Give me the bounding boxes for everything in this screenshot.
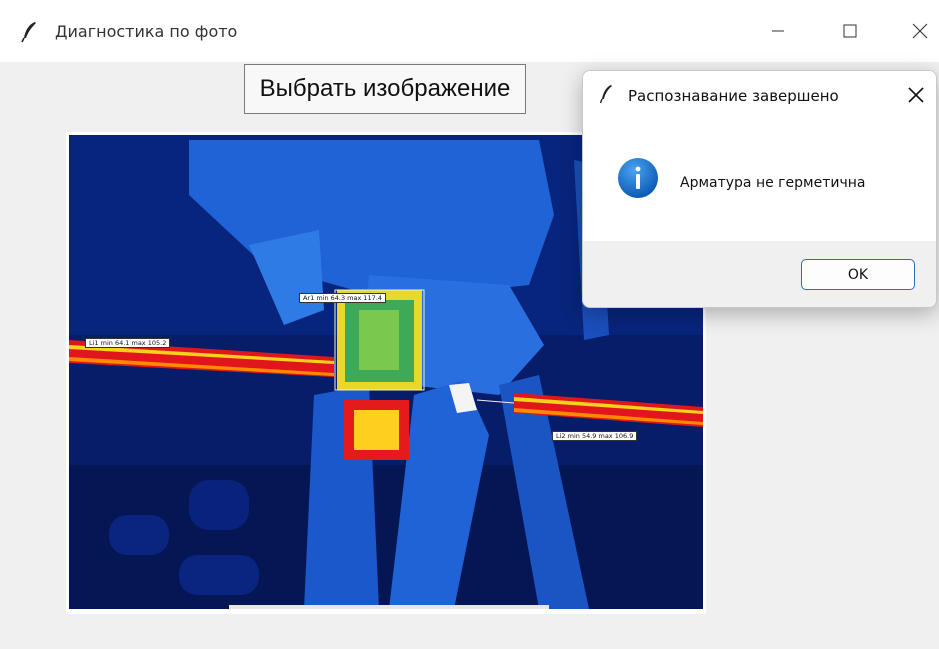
close-icon [908,87,924,103]
dialog-message: Арматура не герметична [680,175,866,191]
info-dialog: Распознавание завершено Арматура не герм… [582,70,937,308]
thermal-label-ar1: Ar1 min 64.3 max 117.4 [299,293,387,303]
close-icon [912,23,928,39]
window-titlebar[interactable]: Диагностика по фото [0,0,939,62]
dialog-title: Распознавание завершено [628,87,839,105]
minimize-icon [772,30,784,32]
minimize-button[interactable] [762,18,794,44]
close-button[interactable] [904,18,936,44]
maximize-icon [843,24,857,38]
choose-image-button[interactable]: Выбрать изображение [244,64,526,114]
dialog-close-button[interactable] [905,84,927,106]
feather-icon [21,22,36,43]
window-title: Диагностика по фото [55,22,238,41]
info-icon [618,158,658,198]
ok-button[interactable]: OK [801,259,915,290]
feather-icon [599,85,612,104]
dialog-footer: OK [583,241,936,307]
maximize-button[interactable] [834,18,866,44]
thermal-label-li1: Li1 min 64.1 max 105.2 [85,338,171,348]
thermal-label-li2: Li2 min 54.9 max 106.9 [552,431,638,441]
dialog-titlebar[interactable]: Распознавание завершено [583,71,936,119]
